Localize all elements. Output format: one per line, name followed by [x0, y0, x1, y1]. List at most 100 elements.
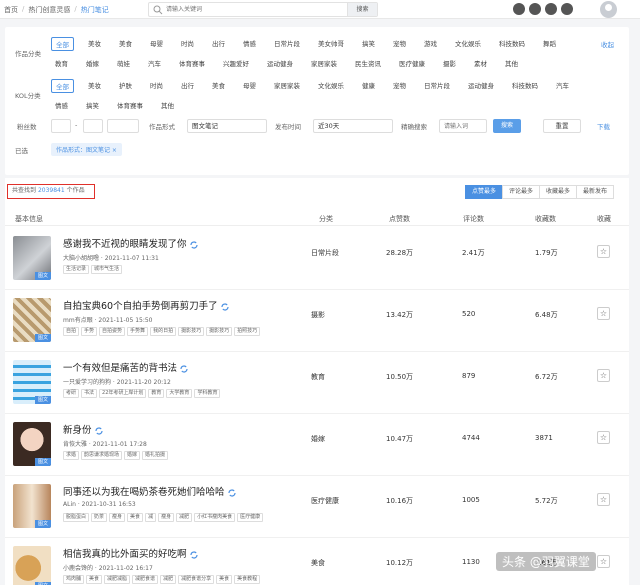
- fans-max-input[interactable]: [83, 119, 103, 133]
- refresh-icon[interactable]: [227, 488, 236, 497]
- category-tag[interactable]: 婚嫁: [82, 57, 103, 69]
- category-tag[interactable]: 民生资讯: [351, 57, 385, 69]
- note-tag[interactable]: 减: [145, 513, 157, 522]
- note-thumbnail[interactable]: 图文: [13, 484, 51, 528]
- header-comments[interactable]: 评论数: [463, 214, 484, 224]
- note-tag[interactable]: 美食: [216, 575, 233, 584]
- category-tag[interactable]: 科技数码: [495, 37, 529, 51]
- note-thumbnail[interactable]: 图文: [13, 298, 51, 342]
- star-icon[interactable]: ☆: [597, 245, 610, 258]
- category-tag[interactable]: 兴趣爱好: [219, 57, 253, 69]
- kol-tag[interactable]: 其他: [157, 99, 178, 111]
- note-tag[interactable]: 减肥: [176, 513, 193, 522]
- category-tag[interactable]: 素材: [470, 57, 491, 69]
- note-tag[interactable]: 婚礼拍摄: [142, 451, 169, 460]
- category-tag[interactable]: 其他: [501, 57, 522, 69]
- search-input[interactable]: [163, 3, 343, 16]
- note-tag[interactable]: 拍照技巧: [234, 327, 261, 336]
- note-thumbnail[interactable]: 图文: [13, 236, 51, 280]
- note-tag[interactable]: 摄影技巧: [178, 327, 205, 336]
- category-tag[interactable]: 美妆: [84, 37, 105, 51]
- note-thumbnail[interactable]: 图文: [13, 360, 51, 404]
- kol-tag[interactable]: 汽车: [552, 79, 573, 93]
- star-icon[interactable]: ☆: [597, 493, 610, 506]
- search-button[interactable]: 搜索: [347, 3, 377, 16]
- category-tag[interactable]: 美食: [115, 37, 136, 51]
- note-title[interactable]: 自拍宝典60个自拍手势倒再剪刀手了: [63, 298, 229, 312]
- note-tag[interactable]: 减肥食谱分享: [178, 575, 215, 584]
- category-tag[interactable]: 家居家装: [307, 57, 341, 69]
- table-row[interactable]: 图文 新身份 肯恢大雅 · 2021-11-01 17:28 求婚 韵思谦求婚现场 婚嫁婚…: [5, 414, 629, 476]
- tab-most-likes[interactable]: 点赞最多: [465, 185, 503, 199]
- star-icon[interactable]: ☆: [597, 431, 610, 444]
- note-tag[interactable]: 摄影技巧: [206, 327, 233, 336]
- note-tag[interactable]: 瘦身: [158, 513, 175, 522]
- table-row[interactable]: 图文 同事还以为我在喝奶茶卷死她们哈哈哈 ALin · 2021-10-31 16:…: [5, 476, 629, 538]
- form-select[interactable]: 图文笔记: [187, 119, 267, 133]
- kol-tag[interactable]: 出行: [177, 79, 198, 93]
- category-tag[interactable]: 母婴: [146, 37, 167, 51]
- note-tag[interactable]: 教育: [148, 389, 165, 398]
- fans-range-picker[interactable]: [107, 119, 139, 133]
- category-tag[interactable]: 情感: [239, 37, 260, 51]
- note-tag[interactable]: 学科教育: [194, 389, 221, 398]
- kol-tag[interactable]: 宠物: [389, 79, 410, 93]
- category-tag[interactable]: 教育: [51, 57, 72, 69]
- fans-min-input[interactable]: [51, 119, 71, 133]
- kol-tag[interactable]: 日常片段: [420, 79, 454, 93]
- note-tag[interactable]: 小红书瘦肉美食: [194, 513, 236, 522]
- kol-tag[interactable]: 美妆: [84, 79, 105, 93]
- time-select[interactable]: 近30天: [313, 119, 393, 133]
- kol-tag[interactable]: 时尚: [146, 79, 167, 93]
- note-tag[interactable]: 瘦身: [109, 513, 126, 522]
- category-tag[interactable]: 全部: [51, 37, 74, 51]
- kol-tag[interactable]: 母婴: [239, 79, 260, 93]
- reset-button[interactable]: 重置: [543, 119, 581, 133]
- note-tag[interactable]: 手势: [81, 327, 98, 336]
- filter-search-button[interactable]: 搜索: [493, 119, 521, 133]
- table-row[interactable]: 图文 感谢我不近视的眼睛发现了你 大脑小胡胡噜 · 2021-11-07 11:31…: [5, 228, 629, 290]
- note-tag[interactable]: 我的日拍: [150, 327, 177, 336]
- selected-filter-chip[interactable]: 作品形式：图文笔记 ×: [51, 143, 122, 156]
- breadcrumb-inspiration[interactable]: 热门创意灵感: [28, 5, 70, 15]
- category-tag[interactable]: 医疗健康: [395, 57, 429, 69]
- star-icon[interactable]: ☆: [597, 555, 610, 568]
- kol-tag[interactable]: 体育赛事: [113, 99, 147, 111]
- note-title[interactable]: 一个有效但是痛苦的背书法: [63, 360, 188, 374]
- note-tag[interactable]: 美食教程: [234, 575, 261, 584]
- category-tag[interactable]: 汽车: [144, 57, 165, 69]
- category-tag[interactable]: 游戏: [420, 37, 441, 51]
- kol-tag[interactable]: 护肤: [115, 79, 136, 93]
- breadcrumb-home[interactable]: 首页: [4, 5, 18, 15]
- precise-input[interactable]: [439, 119, 487, 133]
- settings-icon[interactable]: [561, 3, 573, 15]
- note-tag[interactable]: 美食: [86, 575, 103, 584]
- kol-tag[interactable]: 文化娱乐: [314, 79, 348, 93]
- category-tag[interactable]: 萌娃: [113, 57, 134, 69]
- note-tag[interactable]: 减肥: [160, 575, 177, 584]
- message-icon[interactable]: [545, 3, 557, 15]
- star-icon[interactable]: ☆: [597, 369, 610, 382]
- refresh-icon[interactable]: [189, 240, 198, 249]
- note-tag[interactable]: 大学教育: [166, 389, 193, 398]
- download-link[interactable]: 下载: [597, 121, 610, 131]
- refresh-icon[interactable]: [180, 364, 188, 373]
- category-tag[interactable]: 摄影: [439, 57, 460, 69]
- note-title[interactable]: 新身份: [63, 422, 103, 436]
- category-tag[interactable]: 运动健身: [263, 57, 297, 69]
- category-tag[interactable]: 舞蹈: [539, 37, 560, 51]
- star-icon[interactable]: ☆: [597, 307, 610, 320]
- refresh-icon[interactable]: [94, 426, 103, 435]
- header-likes[interactable]: 点赞数: [389, 214, 410, 224]
- refresh-icon[interactable]: [189, 550, 198, 559]
- note-title[interactable]: 同事还以为我在喝奶茶卷死她们哈哈哈: [63, 484, 236, 498]
- note-tag[interactable]: 自拍姿势: [99, 327, 126, 336]
- note-tag[interactable]: 自拍: [63, 327, 80, 336]
- tab-latest[interactable]: 最新发布: [576, 185, 614, 199]
- note-tag[interactable]: 医疗健康: [237, 513, 264, 522]
- crown-icon[interactable]: [513, 3, 525, 15]
- note-tag[interactable]: 手势舞: [127, 327, 149, 336]
- note-tag[interactable]: 鸡肉脯: [63, 575, 85, 584]
- note-tag[interactable]: 22年考研上岸计划: [99, 389, 147, 398]
- note-tag[interactable]: 婚嫁: [124, 451, 141, 460]
